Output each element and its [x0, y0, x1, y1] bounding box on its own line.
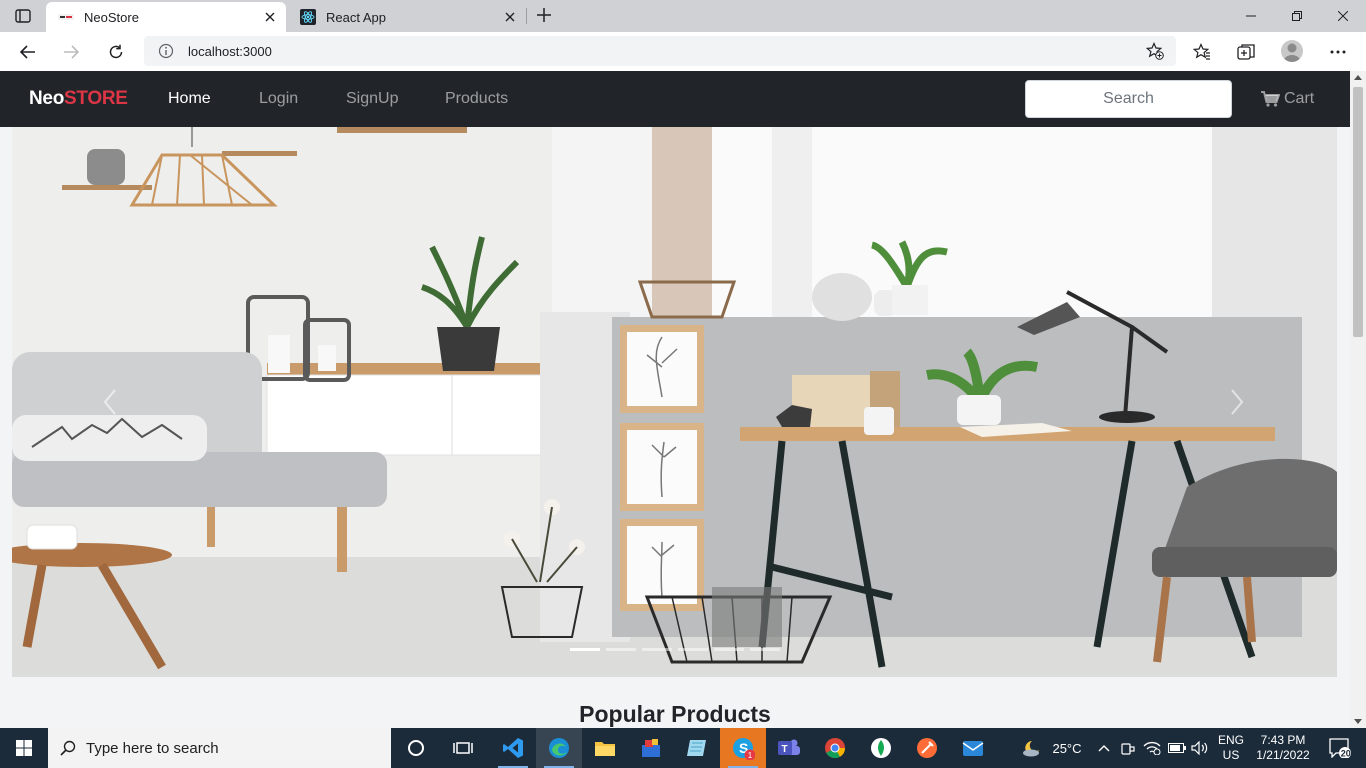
volume-icon[interactable]: [1191, 728, 1209, 768]
carousel-indicator[interactable]: [714, 648, 744, 651]
clock[interactable]: 7:43 PM 1/21/2022: [1252, 728, 1314, 768]
carousel-slide-image: [12, 127, 1337, 677]
notification-center-icon[interactable]: 20: [1320, 728, 1360, 768]
nav-link-login[interactable]: Login: [259, 90, 298, 108]
skype-badge: 1: [748, 751, 753, 760]
close-tab-icon[interactable]: [262, 9, 278, 25]
add-favorite-icon[interactable]: [1145, 42, 1164, 60]
minimize-icon[interactable]: [1228, 0, 1274, 32]
new-tab-icon[interactable]: [534, 5, 554, 25]
nav-link-signup[interactable]: SignUp: [346, 90, 398, 108]
tab-actions-icon[interactable]: [12, 7, 34, 25]
collections-icon[interactable]: [1236, 42, 1256, 62]
brand-neo-text: Neo: [29, 88, 64, 109]
carousel-indicator[interactable]: [678, 648, 708, 651]
close-window-icon[interactable]: [1320, 0, 1366, 32]
teams-icon[interactable]: T: [766, 728, 812, 768]
language-code: ENG: [1217, 733, 1244, 747]
mongodb-compass-icon[interactable]: [858, 728, 904, 768]
search-input[interactable]: [1025, 80, 1232, 118]
app-icon[interactable]: [628, 728, 674, 768]
site-navbar: NeoSTORE Home Login SignUp Products Cart: [0, 71, 1350, 127]
nav-link-home[interactable]: Home: [168, 90, 211, 108]
input-language[interactable]: ENG US: [1214, 728, 1248, 768]
brand-logo[interactable]: NeoSTORE: [29, 88, 128, 110]
vscode-icon[interactable]: [490, 728, 536, 768]
nav-link-products[interactable]: Products: [445, 90, 508, 108]
scroll-up-icon[interactable]: [1354, 75, 1362, 80]
postman-icon[interactable]: [904, 728, 950, 768]
carousel-indicator[interactable]: [750, 648, 780, 651]
taskbar-search-placeholder: Type here to search: [86, 739, 219, 757]
close-tab-icon[interactable]: [502, 9, 518, 25]
browser-tab-strip: NeoStore React App: [0, 0, 1366, 32]
tab-divider: [526, 8, 527, 24]
browser-toolbar: localhost:3000: [0, 32, 1366, 71]
windows-start-icon[interactable]: [0, 728, 48, 768]
tab-title: React App: [326, 9, 386, 25]
neostore-favicon-icon: [58, 9, 74, 25]
hero-carousel: [12, 127, 1337, 677]
cart-link[interactable]: Cart: [1261, 90, 1314, 108]
notes-app-icon[interactable]: [674, 728, 720, 768]
carousel-prev-icon[interactable]: [90, 377, 130, 427]
windows-taskbar: Type here to search S1 T 25°C ENG US 7:4…: [0, 728, 1366, 768]
carousel-indicators: [570, 648, 780, 651]
favorites-icon[interactable]: [1192, 42, 1212, 62]
network-icon[interactable]: [1142, 728, 1162, 768]
react-favicon-icon: [300, 9, 316, 25]
scroll-down-icon[interactable]: [1354, 719, 1362, 724]
refresh-icon[interactable]: [104, 40, 128, 64]
carousel-indicator[interactable]: [606, 648, 636, 651]
notification-count: 20: [1341, 749, 1351, 759]
tab-title: NeoStore: [84, 9, 139, 25]
browser-tab-react-app[interactable]: React App: [288, 2, 526, 32]
address-bar[interactable]: localhost:3000: [144, 36, 1176, 66]
restore-icon[interactable]: [1274, 0, 1320, 32]
browser-tab-neostore[interactable]: NeoStore: [46, 2, 286, 32]
file-explorer-icon[interactable]: [582, 728, 628, 768]
cart-icon: [1261, 91, 1280, 107]
page-scrollbar[interactable]: [1350, 71, 1366, 728]
taskbar-search-input[interactable]: Type here to search: [48, 728, 391, 768]
weather-moon-icon: [1023, 741, 1040, 757]
edge-browser-icon[interactable]: [536, 728, 582, 768]
clock-date: 1/21/2022: [1256, 748, 1310, 762]
more-options-icon[interactable]: [1328, 42, 1348, 62]
clock-time: 7:43 PM: [1260, 733, 1306, 747]
svg-text:T: T: [782, 744, 788, 755]
url-text: localhost:3000: [188, 44, 272, 59]
region-code: US: [1222, 748, 1240, 762]
chevron-up-icon[interactable]: [1096, 728, 1112, 768]
site-info-icon[interactable]: [158, 43, 174, 59]
mail-app-icon[interactable]: [950, 728, 996, 768]
cortana-icon[interactable]: [393, 728, 439, 768]
task-view-icon[interactable]: [440, 728, 486, 768]
skype-icon[interactable]: S1: [720, 728, 766, 768]
carousel-indicator[interactable]: [570, 648, 600, 651]
scrollbar-thumb[interactable]: [1353, 87, 1363, 337]
chrome-icon[interactable]: [812, 728, 858, 768]
search-icon: [60, 740, 76, 756]
weather-temperature: 25°C: [1052, 740, 1082, 756]
device-icon[interactable]: [1120, 728, 1136, 768]
weather-widget[interactable]: 25°C: [1016, 728, 1088, 768]
battery-icon[interactable]: [1168, 728, 1186, 768]
back-icon[interactable]: [16, 40, 40, 64]
carousel-indicator[interactable]: [642, 648, 672, 651]
page-viewport: NeoSTORE Home Login SignUp Products Cart: [0, 71, 1350, 728]
carousel-next-icon[interactable]: [1217, 377, 1257, 427]
forward-icon[interactable]: [59, 40, 83, 64]
cart-label: Cart: [1284, 90, 1315, 107]
popular-products-heading: Popular Products: [579, 701, 771, 727]
profile-avatar-icon[interactable]: [1281, 40, 1303, 62]
brand-store-text: STORE: [64, 88, 128, 109]
window-controls: [1228, 0, 1366, 32]
